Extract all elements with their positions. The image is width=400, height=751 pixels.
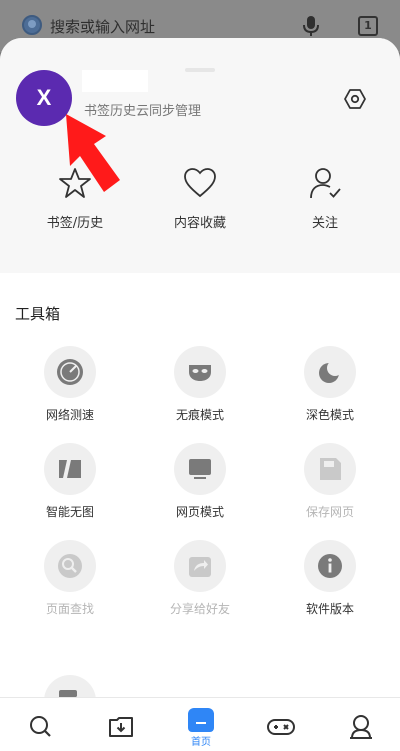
search-input[interactable]: 搜索或输入网址 — [50, 16, 155, 37]
tool-find-in-page[interactable]: 页面查找 — [15, 540, 125, 617]
tool-dark-mode[interactable]: 深色模式 — [275, 346, 385, 423]
tool-label: 保存网页 — [305, 505, 354, 519]
tool-network-speed[interactable]: 网络测速 — [15, 346, 125, 423]
toolbox-title: 工具箱 — [15, 305, 61, 323]
tool-no-image[interactable]: 智能无图 — [15, 443, 125, 520]
tool-label: 页面查找 — [45, 602, 94, 616]
settings-icon[interactable] — [344, 88, 366, 110]
tool-app-version[interactable]: 软件版本 — [275, 540, 385, 617]
no-image-icon — [59, 460, 81, 478]
follow-label: 关注 — [311, 216, 338, 231]
star-icon — [59, 168, 91, 198]
toolbox-section: 工具箱 网络测速 无痕模式 深色模式 智能无图 网页模式 保存网页 页面查找 分… — [0, 273, 400, 751]
tool-label: 网页模式 — [175, 505, 224, 519]
mask-icon — [189, 365, 211, 381]
tool-save-page[interactable]: 保存网页 — [275, 443, 385, 520]
tool-label: 深色模式 — [305, 408, 354, 422]
microphone-icon[interactable] — [302, 14, 320, 38]
find-in-page-icon — [58, 554, 82, 578]
save-page-icon — [320, 458, 341, 480]
home-icon — [188, 708, 214, 732]
follow-user-icon — [310, 168, 341, 199]
speedometer-icon — [57, 359, 83, 385]
username-placeholder[interactable] — [82, 70, 148, 92]
bookmarks-history-button[interactable]: 书签/历史 — [25, 166, 125, 231]
downloads-icon[interactable] — [106, 712, 136, 742]
share-icon — [189, 557, 211, 577]
heart-icon — [184, 168, 216, 198]
home-tab-label: 首页 — [191, 737, 211, 748]
tool-label: 网络测速 — [45, 408, 94, 422]
globe-icon — [22, 15, 42, 35]
tool-share[interactable]: 分享给好友 — [145, 540, 255, 617]
game-controller-icon[interactable] — [266, 712, 296, 742]
tool-incognito[interactable]: 无痕模式 — [145, 346, 255, 423]
home-tab[interactable]: 首页 — [186, 708, 216, 748]
follow-button[interactable]: 关注 — [275, 166, 375, 231]
bookmarks-history-label: 书签/历史 — [46, 216, 104, 231]
moon-icon — [319, 360, 343, 383]
bottom-nav: 首页 — [0, 697, 400, 751]
tool-label: 软件版本 — [305, 602, 354, 616]
tool-web-mode[interactable]: 网页模式 — [145, 443, 255, 520]
tabs-count-button[interactable]: 1 — [358, 16, 378, 36]
info-icon — [318, 554, 342, 578]
profile-icon[interactable] — [346, 712, 376, 742]
content-favorites-button[interactable]: 内容收藏 — [150, 166, 250, 231]
search-icon[interactable] — [26, 712, 56, 742]
menu-sheet: X 书签历史云同步管理 书签/历史 内容收藏 关注 工具箱 网络测速 无痕模式 … — [0, 38, 400, 751]
monitor-icon — [189, 459, 211, 479]
profile-section: X 书签历史云同步管理 书签/历史 内容收藏 关注 — [0, 38, 400, 273]
tool-label: 无痕模式 — [175, 408, 224, 422]
tool-label: 分享给好友 — [169, 602, 230, 616]
tool-label: 智能无图 — [45, 505, 94, 519]
sheet-drag-handle[interactable] — [185, 68, 215, 72]
content-favorites-label: 内容收藏 — [173, 216, 226, 231]
